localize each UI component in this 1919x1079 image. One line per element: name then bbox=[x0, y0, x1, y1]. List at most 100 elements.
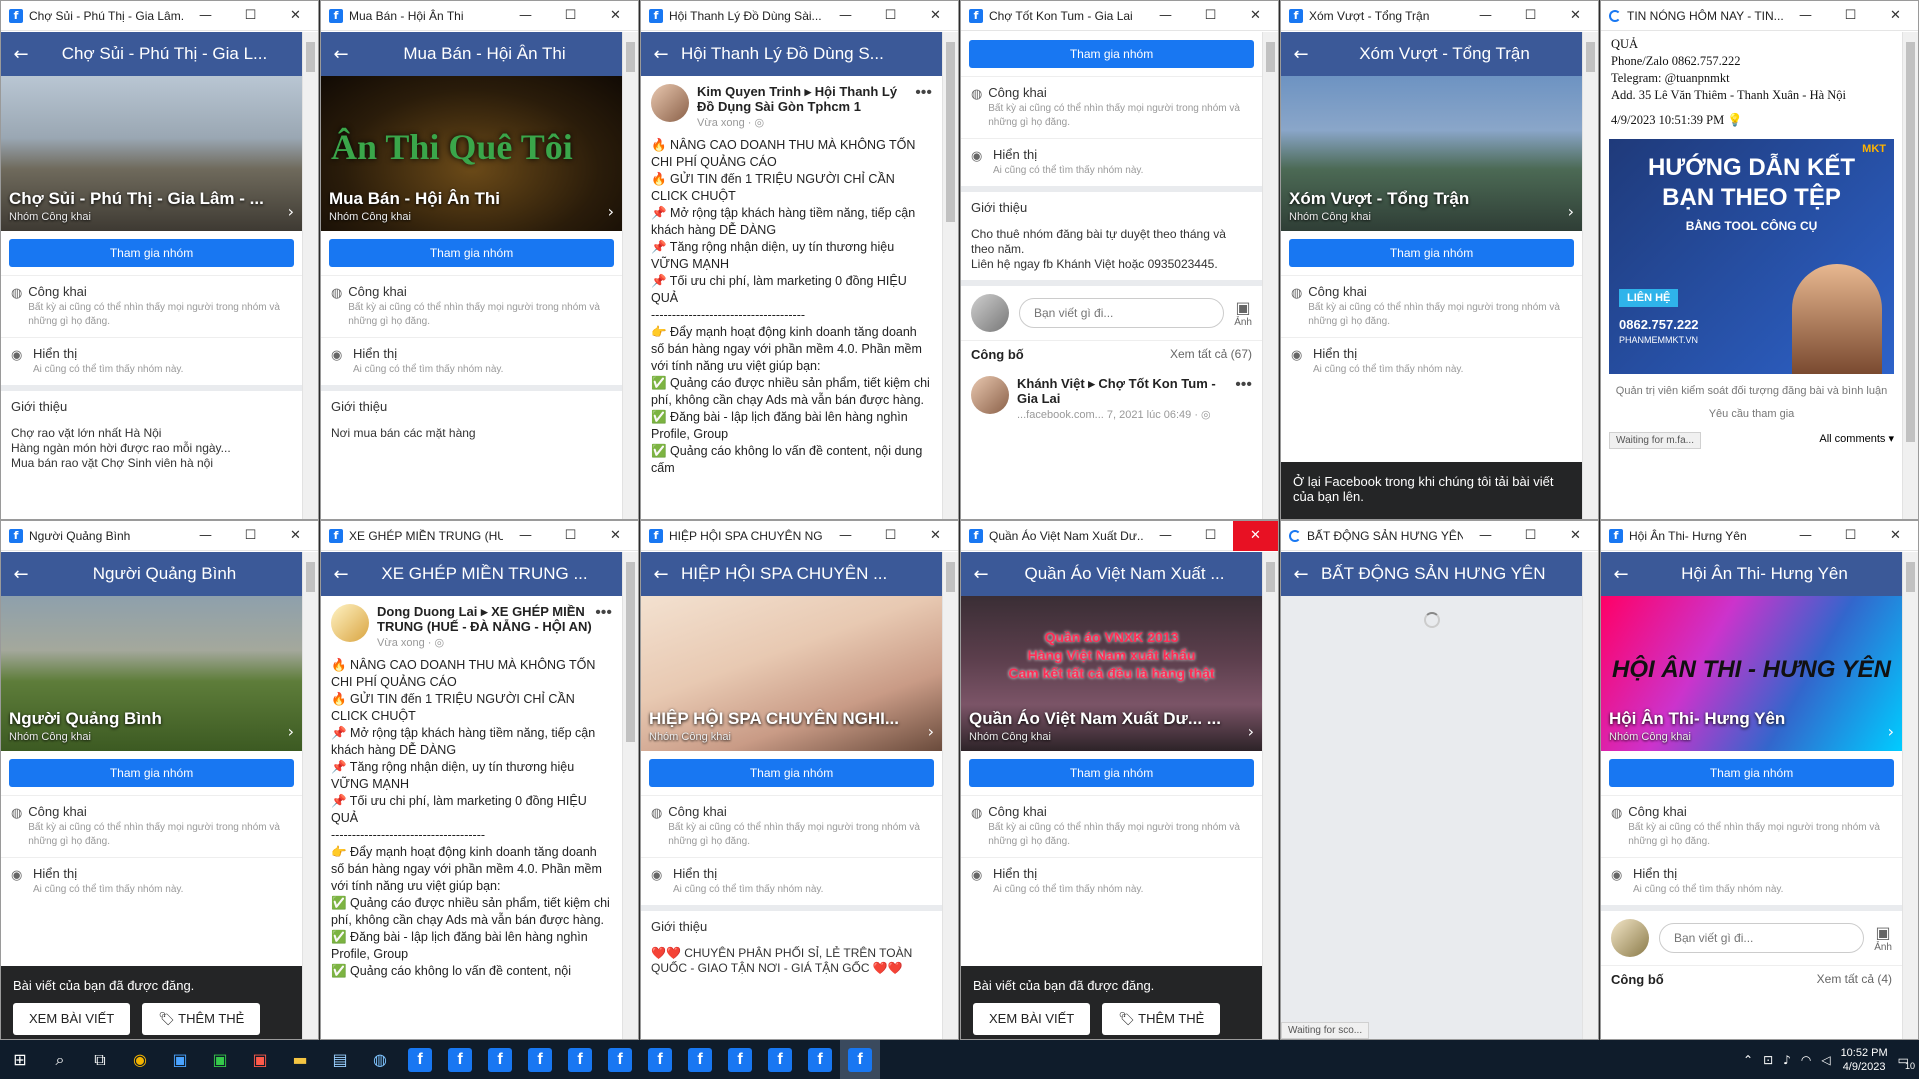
taskbar-app-blue[interactable]: ▣ bbox=[160, 1040, 200, 1079]
close-button[interactable]: ✕ bbox=[1553, 521, 1598, 551]
maximize-button[interactable]: ☐ bbox=[1508, 1, 1553, 31]
ad-banner[interactable]: MKT HƯỚNG DẪN KẾT BẠN THEO TỆP BẰNG TOOL… bbox=[1609, 139, 1894, 374]
title-bar[interactable]: f Mua Bán - Hội Ân Thi — ☐ ✕ bbox=[321, 1, 638, 31]
browser-window-spa[interactable]: f HIỆP HỘI SPA CHUYÊN NG... — ☐ ✕ ← HIỆP… bbox=[640, 520, 959, 1040]
taskbar-facebook-8[interactable]: f bbox=[680, 1040, 720, 1079]
taskbar-app-tool[interactable]: ◍ bbox=[360, 1040, 400, 1079]
join-group-button[interactable]: Tham gia nhóm bbox=[969, 759, 1254, 787]
group-cover[interactable]: Xóm Vượt - Tổng Trận Nhóm Công khai › bbox=[1281, 76, 1582, 231]
taskbar-file-explorer[interactable]: ▬ bbox=[280, 1040, 320, 1079]
taskbar-chrome[interactable]: ◉ bbox=[120, 1040, 160, 1079]
close-button[interactable]: ✕ bbox=[593, 521, 638, 551]
add-tag-button[interactable]: 🏷 THÊM THẺ bbox=[1102, 1003, 1221, 1035]
group-cover[interactable]: HIỆP HỘI SPA CHUYÊN NGHI... Nhóm Công kh… bbox=[641, 596, 942, 751]
taskbar-facebook-6[interactable]: f bbox=[600, 1040, 640, 1079]
join-group-button[interactable]: Tham gia nhóm bbox=[1609, 759, 1894, 787]
avatar[interactable] bbox=[971, 376, 1009, 414]
back-arrow-icon[interactable]: ← bbox=[321, 564, 361, 585]
title-bar[interactable]: f XE GHÉP MIỀN TRUNG (HU... — ☐ ✕ bbox=[321, 521, 638, 551]
browser-window-quang-binh[interactable]: f Người Quảng Bình — ☐ ✕ ← Người Quảng B… bbox=[0, 520, 319, 1040]
maximize-button[interactable]: ☐ bbox=[548, 521, 593, 551]
minimize-button[interactable]: — bbox=[503, 521, 548, 551]
title-bar[interactable]: f Người Quảng Bình — ☐ ✕ bbox=[1, 521, 318, 551]
browser-window-xe-ghep[interactable]: f XE GHÉP MIỀN TRUNG (HU... — ☐ ✕ ← XE G… bbox=[320, 520, 639, 1040]
close-button[interactable]: ✕ bbox=[913, 521, 958, 551]
minimize-button[interactable]: — bbox=[503, 1, 548, 31]
title-bar[interactable]: f Xóm Vượt - Tổng Trận — ☐ ✕ bbox=[1281, 1, 1598, 31]
scrollbar[interactable] bbox=[1582, 32, 1598, 519]
back-arrow-icon[interactable]: ← bbox=[641, 44, 681, 65]
join-group-button[interactable]: Tham gia nhóm bbox=[9, 759, 294, 787]
compose-input[interactable] bbox=[1019, 298, 1225, 328]
browser-window-hoi-an-thi-hung-yen[interactable]: f Hội Ân Thi- Hưng Yên — ☐ ✕ ← Hội Ân Th… bbox=[1600, 520, 1919, 1040]
minimize-button[interactable]: — bbox=[183, 1, 228, 31]
scrollbar[interactable] bbox=[622, 32, 638, 519]
maximize-button[interactable]: ☐ bbox=[868, 1, 913, 31]
join-group-button[interactable]: Tham gia nhóm bbox=[969, 40, 1254, 68]
taskbar-facebook-1[interactable]: f bbox=[400, 1040, 440, 1079]
browser-window-cho-tot-kon-tum[interactable]: f Chợ Tốt Kon Tum - Gia Lai — ☐ ✕ Tham g… bbox=[960, 0, 1279, 520]
join-group-button[interactable]: Tham gia nhóm bbox=[649, 759, 934, 787]
back-arrow-icon[interactable]: ← bbox=[321, 44, 361, 65]
close-button[interactable]: ✕ bbox=[1873, 1, 1918, 31]
avatar[interactable] bbox=[331, 604, 369, 642]
title-bar[interactable]: BẤT ĐỘNG SẢN HƯNG YÊN — ☐ ✕ bbox=[1281, 521, 1598, 551]
browser-window-quan-ao[interactable]: f Quần Áo Việt Nam Xuất Dư... — ☐ ✕ ← Qu… bbox=[960, 520, 1279, 1040]
close-button[interactable]: ✕ bbox=[593, 1, 638, 31]
close-button[interactable]: ✕ bbox=[1233, 521, 1278, 551]
scrollbar[interactable] bbox=[1902, 552, 1918, 1039]
post-author[interactable]: Dong Duong Lai ▸ XE GHÉP MIỀN TRUNG (HUẾ… bbox=[377, 604, 595, 634]
title-bar[interactable]: f Quần Áo Việt Nam Xuất Dư... — ☐ ✕ bbox=[961, 521, 1278, 551]
title-bar[interactable]: f Chợ Sủi - Phú Thị - Gia Lâm... — ☐ ✕ bbox=[1, 1, 318, 31]
task-view-button[interactable]: ⧉ bbox=[80, 1040, 120, 1079]
back-arrow-icon[interactable]: ← bbox=[961, 564, 1001, 585]
back-arrow-icon[interactable]: ← bbox=[641, 564, 681, 585]
taskbar-facebook-11[interactable]: f bbox=[800, 1040, 840, 1079]
add-tag-button[interactable]: 🏷 THÊM THẺ bbox=[142, 1003, 261, 1035]
more-options-icon[interactable]: ••• bbox=[595, 604, 612, 649]
more-options-icon[interactable]: ••• bbox=[1235, 376, 1252, 421]
minimize-button[interactable]: — bbox=[1783, 521, 1828, 551]
maximize-button[interactable]: ☐ bbox=[228, 521, 273, 551]
post-author[interactable]: Khánh Việt ▸ Chợ Tốt Kon Tum - Gia Lai bbox=[1017, 376, 1235, 406]
group-cover[interactable]: Người Quảng Bình Nhóm Công khai › bbox=[1, 596, 302, 751]
title-bar[interactable]: TIN NÓNG HÔM NAY - TIN... — ☐ ✕ bbox=[1601, 1, 1918, 31]
see-all-link[interactable]: Xem tất cả (67) bbox=[1170, 347, 1252, 362]
more-options-icon[interactable]: ••• bbox=[915, 84, 932, 129]
microphone-icon[interactable]: ♪ bbox=[1783, 1053, 1791, 1067]
browser-window-bat-dong-san[interactable]: BẤT ĐỘNG SẢN HƯNG YÊN — ☐ ✕ ← BẤT ĐỘNG S… bbox=[1280, 520, 1599, 1040]
compose-input[interactable] bbox=[1659, 923, 1865, 953]
join-group-button[interactable]: Tham gia nhóm bbox=[9, 239, 294, 267]
taskbar-facebook-9[interactable]: f bbox=[720, 1040, 760, 1079]
browser-window-xom-vuot[interactable]: f Xóm Vượt - Tổng Trận — ☐ ✕ ← Xóm Vượt … bbox=[1280, 0, 1599, 520]
scrollbar[interactable] bbox=[302, 552, 318, 1039]
browser-window-tin-nong[interactable]: TIN NÓNG HÔM NAY - TIN... — ☐ ✕ QUẢ Phon… bbox=[1600, 0, 1919, 520]
post-author[interactable]: Kim Quyen Trinh ▸ Hội Thanh Lý Đồ Dụng S… bbox=[697, 84, 915, 114]
back-arrow-icon[interactable]: ← bbox=[1281, 564, 1321, 585]
taskbar-facebook-10[interactable]: f bbox=[760, 1040, 800, 1079]
close-button[interactable]: ✕ bbox=[1233, 1, 1278, 31]
join-request-link[interactable]: Yêu cầu tham gia bbox=[1601, 403, 1902, 426]
title-bar[interactable]: f Hội Ân Thi- Hưng Yên — ☐ ✕ bbox=[1601, 521, 1918, 551]
maximize-button[interactable]: ☐ bbox=[548, 1, 593, 31]
clock[interactable]: 10:52 PM 4/9/2023 bbox=[1841, 1046, 1888, 1074]
scrollbar[interactable] bbox=[942, 32, 958, 519]
minimize-button[interactable]: — bbox=[1463, 521, 1508, 551]
minimize-button[interactable]: — bbox=[1463, 1, 1508, 31]
scrollbar[interactable] bbox=[622, 552, 638, 1039]
title-bar[interactable]: f Chợ Tốt Kon Tum - Gia Lai — ☐ ✕ bbox=[961, 1, 1278, 31]
wifi-icon[interactable]: ◠ bbox=[1801, 1053, 1811, 1067]
search-button[interactable]: ⌕ bbox=[40, 1040, 80, 1079]
minimize-button[interactable]: — bbox=[1783, 1, 1828, 31]
view-post-button[interactable]: XEM BÀI VIẾT bbox=[13, 1003, 131, 1035]
close-button[interactable]: ✕ bbox=[913, 1, 958, 31]
back-arrow-icon[interactable]: ← bbox=[1, 44, 41, 65]
maximize-button[interactable]: ☐ bbox=[1188, 1, 1233, 31]
scrollbar[interactable] bbox=[302, 32, 318, 519]
scrollbar[interactable] bbox=[1582, 552, 1598, 1039]
chevron-up-icon[interactable]: ⌃ bbox=[1743, 1053, 1753, 1067]
start-button[interactable]: ⊞ bbox=[0, 1040, 40, 1079]
minimize-button[interactable]: — bbox=[183, 521, 228, 551]
maximize-button[interactable]: ☐ bbox=[1188, 521, 1233, 551]
taskbar-facebook-3[interactable]: f bbox=[480, 1040, 520, 1079]
